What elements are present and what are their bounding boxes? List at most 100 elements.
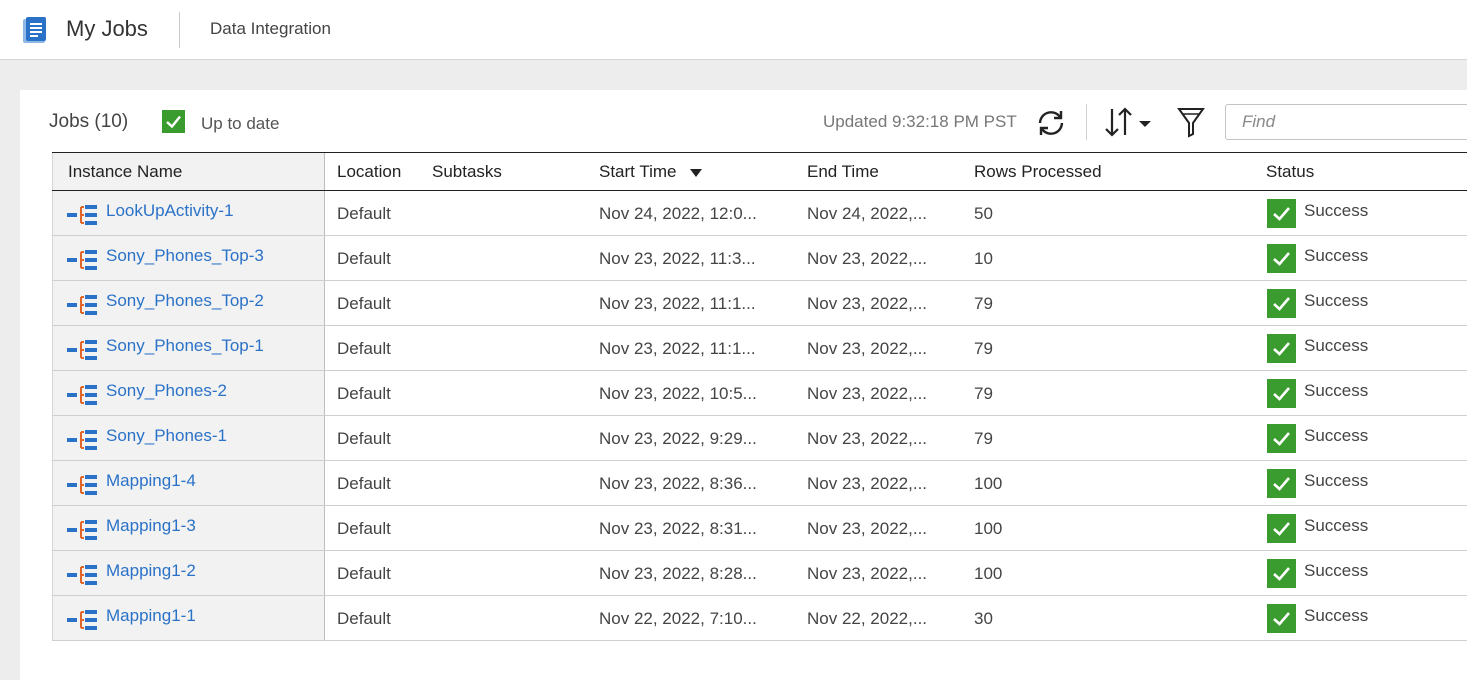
status-text: Success: [1304, 291, 1369, 310]
col-status[interactable]: Status: [1266, 153, 1314, 191]
service-name: Data Integration: [210, 19, 331, 38]
status-text: Success: [1304, 381, 1369, 400]
table-row[interactable]: Sony_Phones_Top-3 Default Nov 23, 2022, …: [52, 236, 1467, 281]
jobs-list-icon: [23, 17, 46, 43]
table-header: Instance Name Location Subtasks Start Ti…: [52, 153, 1467, 191]
status-text: Success: [1304, 561, 1369, 580]
toolbar-divider: [1086, 104, 1087, 140]
instance-name-link[interactable]: Sony_Phones_Top-3: [106, 236, 264, 281]
up-to-date-check-icon: [162, 110, 185, 133]
end-time-cell: Nov 23, 2022,...: [807, 294, 928, 313]
instance-name-link[interactable]: LookUpActivity-1: [106, 191, 234, 236]
instance-name-link[interactable]: Mapping1-4: [106, 461, 196, 506]
end-time-cell: Nov 23, 2022,...: [807, 249, 928, 268]
instance-name-link[interactable]: Mapping1-2: [106, 551, 196, 596]
location-cell: Default: [337, 204, 391, 223]
start-time-cell: Nov 23, 2022, 11:1...: [599, 294, 756, 313]
location-cell: Default: [337, 609, 391, 628]
end-time-cell: Nov 23, 2022,...: [807, 339, 928, 358]
sort-button[interactable]: [1103, 105, 1155, 139]
mapping-task-icon: [67, 250, 97, 270]
end-time-cell: Nov 23, 2022,...: [807, 474, 928, 493]
col-subtasks[interactable]: Subtasks: [432, 153, 502, 191]
filter-button[interactable]: [1175, 105, 1207, 139]
location-cell: Default: [337, 384, 391, 403]
filter-icon: [1177, 108, 1205, 138]
end-time-cell: Nov 23, 2022,...: [807, 564, 928, 583]
status-text: Success: [1304, 516, 1369, 535]
instance-name-link[interactable]: Sony_Phones_Top-1: [106, 326, 264, 371]
sort-descending-icon[interactable]: [690, 168, 703, 177]
col-start-time[interactable]: Start Time: [599, 153, 703, 191]
start-time-cell: Nov 23, 2022, 11:3...: [599, 249, 756, 268]
rows-processed-cell: 30: [974, 609, 993, 628]
mapping-task-icon: [67, 340, 97, 360]
col-rows-processed[interactable]: Rows Processed: [974, 153, 1102, 191]
table-row[interactable]: Sony_Phones-1 Default Nov 23, 2022, 9:29…: [52, 416, 1467, 461]
page-title: My Jobs: [66, 16, 148, 41]
instance-name-link[interactable]: Mapping1-1: [106, 596, 196, 641]
last-updated-text: Updated 9:32:18 PM PST: [823, 112, 1017, 131]
location-cell: Default: [337, 474, 391, 493]
rows-processed-cell: 100: [974, 564, 1003, 583]
table-row[interactable]: Mapping1-3 Default Nov 23, 2022, 8:31...…: [52, 506, 1467, 551]
col-end-time[interactable]: End Time: [807, 153, 879, 191]
table-row[interactable]: Sony_Phones_Top-1 Default Nov 23, 2022, …: [52, 326, 1467, 371]
up-to-date-label: Up to date: [201, 114, 280, 133]
status-text: Success: [1304, 336, 1369, 355]
rows-processed-cell: 100: [974, 519, 1003, 538]
rows-processed-cell: 79: [974, 429, 993, 448]
end-time-cell: Nov 23, 2022,...: [807, 519, 928, 538]
success-check-icon: [1267, 199, 1296, 228]
table-row[interactable]: Mapping1-4 Default Nov 23, 2022, 8:36...…: [52, 461, 1467, 506]
instance-name-link[interactable]: Sony_Phones-1: [106, 416, 227, 461]
success-check-icon: [1267, 469, 1296, 498]
status-text: Success: [1304, 201, 1369, 220]
location-cell: Default: [337, 429, 391, 448]
col-location[interactable]: Location: [337, 153, 401, 191]
location-cell: Default: [337, 564, 391, 583]
instance-name-link[interactable]: Mapping1-3: [106, 506, 196, 551]
start-time-cell: Nov 23, 2022, 8:31...: [599, 519, 757, 538]
start-time-cell: Nov 24, 2022, 12:0...: [599, 204, 757, 223]
col-start-time-label: Start Time: [599, 162, 677, 181]
mapping-task-icon: [67, 430, 97, 450]
table-row[interactable]: Mapping1-2 Default Nov 23, 2022, 8:28...…: [52, 551, 1467, 596]
find-input[interactable]: [1225, 104, 1467, 140]
start-time-cell: Nov 23, 2022, 10:5...: [599, 384, 757, 403]
success-check-icon: [1267, 244, 1296, 273]
location-cell: Default: [337, 294, 391, 313]
table-row[interactable]: Mapping1-1 Default Nov 22, 2022, 7:10...…: [52, 596, 1467, 641]
mapping-task-icon: [67, 565, 97, 585]
end-time-cell: Nov 24, 2022,...: [807, 204, 928, 223]
status-text: Success: [1304, 426, 1369, 445]
mapping-task-icon: [67, 205, 97, 225]
end-time-cell: Nov 23, 2022,...: [807, 429, 928, 448]
instance-name-link[interactable]: Sony_Phones_Top-2: [106, 281, 264, 326]
instance-name-link[interactable]: Sony_Phones-2: [106, 371, 227, 416]
success-check-icon: [1267, 289, 1296, 318]
header-divider: [179, 12, 180, 48]
success-check-icon: [1267, 424, 1296, 453]
success-check-icon: [1267, 559, 1296, 588]
success-check-icon: [1267, 379, 1296, 408]
col-instance-name[interactable]: Instance Name: [68, 153, 182, 191]
success-check-icon: [1267, 334, 1296, 363]
start-time-cell: Nov 23, 2022, 9:29...: [599, 429, 757, 448]
table-row[interactable]: LookUpActivity-1 Default Nov 24, 2022, 1…: [52, 191, 1467, 236]
start-time-cell: Nov 23, 2022, 8:36...: [599, 474, 757, 493]
start-time-cell: Nov 23, 2022, 8:28...: [599, 564, 757, 583]
refresh-icon: [1038, 111, 1064, 135]
start-time-cell: Nov 23, 2022, 11:1...: [599, 339, 756, 358]
refresh-button[interactable]: [1034, 106, 1068, 140]
start-time-cell: Nov 22, 2022, 7:10...: [599, 609, 757, 628]
table-row[interactable]: Sony_Phones_Top-2 Default Nov 23, 2022, …: [52, 281, 1467, 326]
location-cell: Default: [337, 339, 391, 358]
mapping-task-icon: [67, 610, 97, 630]
table-row[interactable]: Sony_Phones-2 Default Nov 23, 2022, 10:5…: [52, 371, 1467, 416]
end-time-cell: Nov 22, 2022,...: [807, 609, 928, 628]
jobs-table: Instance Name Location Subtasks Start Ti…: [52, 152, 1467, 641]
rows-processed-cell: 79: [974, 294, 993, 313]
success-check-icon: [1267, 514, 1296, 543]
rows-processed-cell: 100: [974, 474, 1003, 493]
